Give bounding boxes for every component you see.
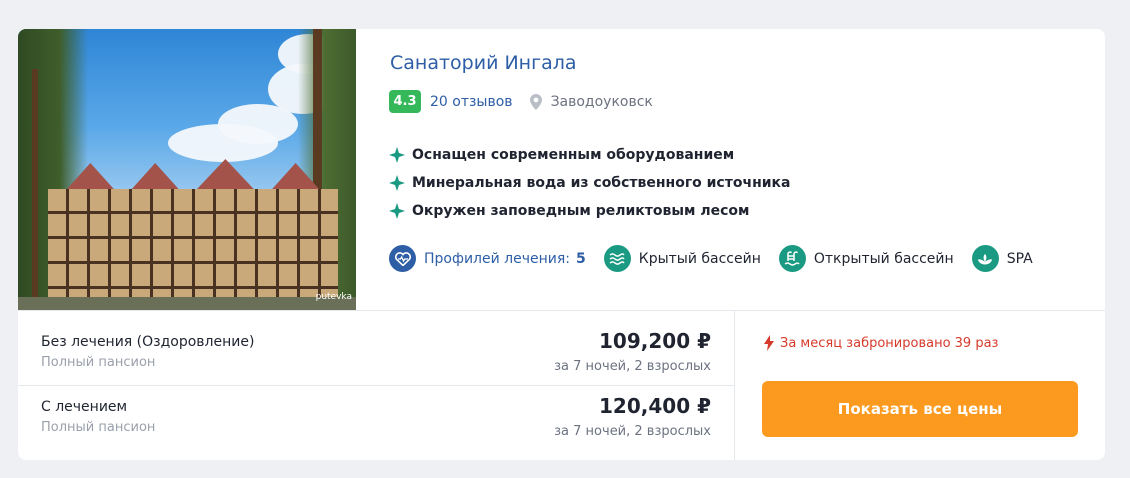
hotel-meta: 4.3 20 отзывов Заводоуковск	[389, 90, 653, 113]
offer-row[interactable]: С лечением Полный пансион 120,400 ₽ за 7…	[41, 394, 711, 459]
amenity-indoor-pool: Крытый бассейн	[603, 245, 761, 272]
offer-terms: за 7 ночей, 2 взрослых	[554, 424, 711, 439]
amenity-label: Крытый бассейн	[638, 250, 761, 267]
amenity-label: Открытый бассейн	[813, 250, 954, 267]
offer-price: 120,400 ₽	[599, 394, 711, 418]
offer-row[interactable]: Без лечения (Оздоровление) Полный пансио…	[41, 329, 711, 394]
star-icon	[389, 147, 405, 163]
profiles-count: 5	[576, 250, 586, 267]
feature-item: Минеральная вода из собственного источни…	[389, 169, 791, 197]
feature-item: Окружен заповедным реликтовым лесом	[389, 197, 791, 225]
features-list: Оснащен современным оборудованием Минера…	[389, 141, 791, 225]
amenity-spa: SPA	[971, 245, 1033, 272]
offer-board: Полный пансион	[41, 355, 156, 370]
hotel-title[interactable]: Санаторий Ингала	[390, 52, 577, 74]
offer-price: 109,200 ₽	[599, 329, 711, 353]
booking-notice-text: За месяц забронировано 39 раз	[780, 335, 999, 351]
booking-notice: За месяц забронировано 39 раз	[763, 335, 998, 351]
rating-badge: 4.3	[389, 90, 421, 113]
pool-ladder-icon	[778, 245, 806, 272]
amenities-row: Профилей лечения: 5 Крытый бассейн Откры…	[389, 245, 1051, 272]
show-all-prices-button[interactable]: Показать все цены	[762, 381, 1078, 437]
feature-text: Окружен заповедным реликтовым лесом	[412, 203, 750, 219]
offer-board: Полный пансион	[41, 420, 156, 435]
city-label: Заводоуковск	[550, 93, 653, 110]
feature-text: Оснащен современным оборудованием	[412, 147, 735, 163]
treatment-profiles[interactable]: Профилей лечения: 5	[389, 245, 586, 272]
lightning-icon	[764, 335, 774, 351]
heart-pulse-icon	[389, 245, 416, 272]
amenity-label: SPA	[1006, 250, 1033, 267]
feature-item: Оснащен современным оборудованием	[389, 141, 791, 169]
lotus-icon	[971, 245, 999, 272]
offer-name: Без лечения (Оздоровление)	[41, 334, 255, 350]
amenity-outdoor-pool: Открытый бассейн	[778, 245, 954, 272]
star-icon	[389, 203, 405, 219]
pool-waves-icon	[603, 245, 631, 272]
photo-watermark: putevka	[315, 292, 352, 302]
location-pin-icon	[529, 93, 542, 110]
offer-name: С лечением	[41, 399, 128, 415]
star-icon	[389, 175, 405, 191]
divider	[734, 310, 735, 460]
hotel-card: putevka Санаторий Ингала 4.3 20 отзывов …	[18, 29, 1105, 460]
hotel-photo[interactable]: putevka	[18, 29, 356, 310]
profiles-label: Профилей лечения:	[424, 250, 570, 267]
divider	[18, 310, 1105, 311]
reviews-link[interactable]: 20 отзывов	[430, 94, 513, 110]
offer-terms: за 7 ночей, 2 взрослых	[554, 359, 711, 374]
feature-text: Минеральная вода из собственного источни…	[412, 175, 791, 191]
